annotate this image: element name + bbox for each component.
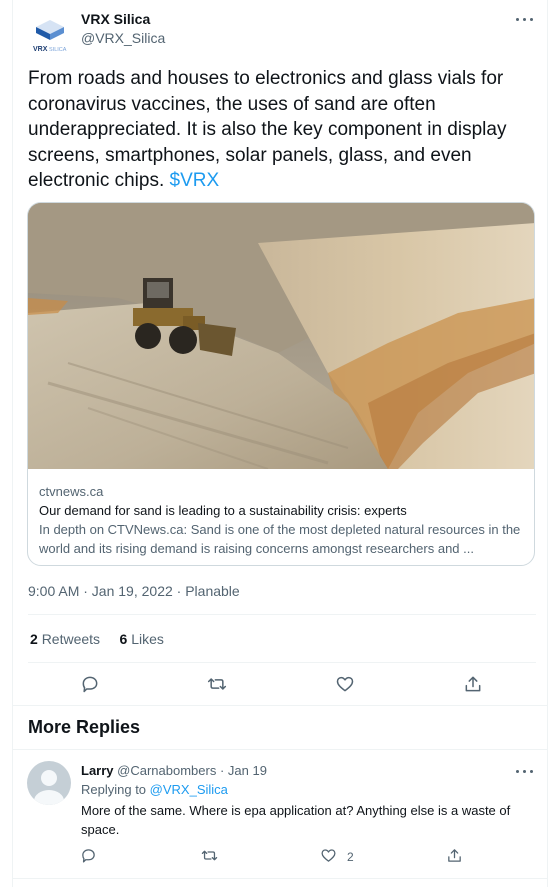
share-icon[interactable]: [463, 674, 483, 694]
replying-to: Replying to @VRX_Silica: [81, 782, 228, 797]
reply-like-count: 2: [347, 850, 354, 864]
retweets-count: 2: [30, 631, 38, 647]
reply-handle-date[interactable]: @Carnabombers · Jan 19: [117, 763, 267, 778]
divider: [12, 749, 548, 750]
author-handle[interactable]: @VRX_Silica: [81, 30, 165, 46]
svg-text:VRX: VRX: [33, 46, 48, 53]
replying-to-handle[interactable]: @VRX_Silica: [150, 782, 228, 797]
likes-stat[interactable]: 6 Likes: [120, 631, 164, 647]
divider: [28, 662, 536, 663]
likes-label: Likes: [131, 631, 164, 647]
card-domain: ctvnews.ca: [39, 484, 104, 499]
retweet-icon[interactable]: [207, 674, 227, 694]
reply-icon[interactable]: [80, 674, 100, 694]
reply-more-options-icon[interactable]: [514, 762, 536, 780]
section-divider: [12, 705, 548, 706]
tweet-body: From roads and houses to electronics and…: [28, 68, 507, 191]
retweets-stat[interactable]: 2 Retweets: [30, 631, 100, 647]
share-icon[interactable]: [446, 847, 463, 864]
vrx-silica-logo-icon: VRX SILICA: [33, 20, 67, 53]
author-name[interactable]: VRX Silica: [81, 11, 150, 27]
replying-prefix: Replying to: [81, 782, 150, 797]
more-replies-heading: More Replies: [28, 717, 141, 737]
author-logo[interactable]: VRX SILICA: [28, 12, 72, 56]
tweet-text: From roads and houses to electronics and…: [28, 66, 538, 194]
retweet-icon[interactable]: [201, 847, 218, 864]
link-card[interactable]: ctvnews.ca Our demand for sand is leadin…: [27, 202, 535, 566]
like-icon[interactable]: [335, 674, 355, 694]
reply-author-name[interactable]: Larry: [81, 763, 114, 778]
svg-text:SILICA: SILICA: [49, 47, 67, 53]
reply-text: More of the same. Where is epa applicati…: [81, 803, 511, 837]
reply-header: Larry @Carnabombers · Jan 19: [81, 763, 267, 778]
card-image: [28, 203, 534, 469]
likes-count: 6: [119, 631, 128, 647]
retweets-label: Retweets: [41, 631, 101, 647]
engagement-stats: 2 Retweets 6 Likes: [30, 631, 164, 647]
divider: [12, 878, 548, 879]
card-title: Our demand for sand is leading to a sust…: [39, 503, 407, 518]
avatar[interactable]: [27, 761, 71, 805]
card-description: In depth on CTVNews.ca: Sand is one of t…: [39, 522, 521, 556]
default-avatar-icon: [34, 770, 64, 805]
reply-icon[interactable]: [80, 847, 97, 864]
tweet-timestamp[interactable]: 9:00 AM · Jan 19, 2022 · Planable: [28, 583, 240, 599]
like-icon[interactable]: [320, 847, 337, 864]
card-body: ctvnews.ca Our demand for sand is leadin…: [39, 482, 525, 558]
divider: [28, 614, 536, 615]
cashtag-link[interactable]: $VRX: [170, 170, 220, 191]
more-options-icon[interactable]: [514, 10, 536, 28]
